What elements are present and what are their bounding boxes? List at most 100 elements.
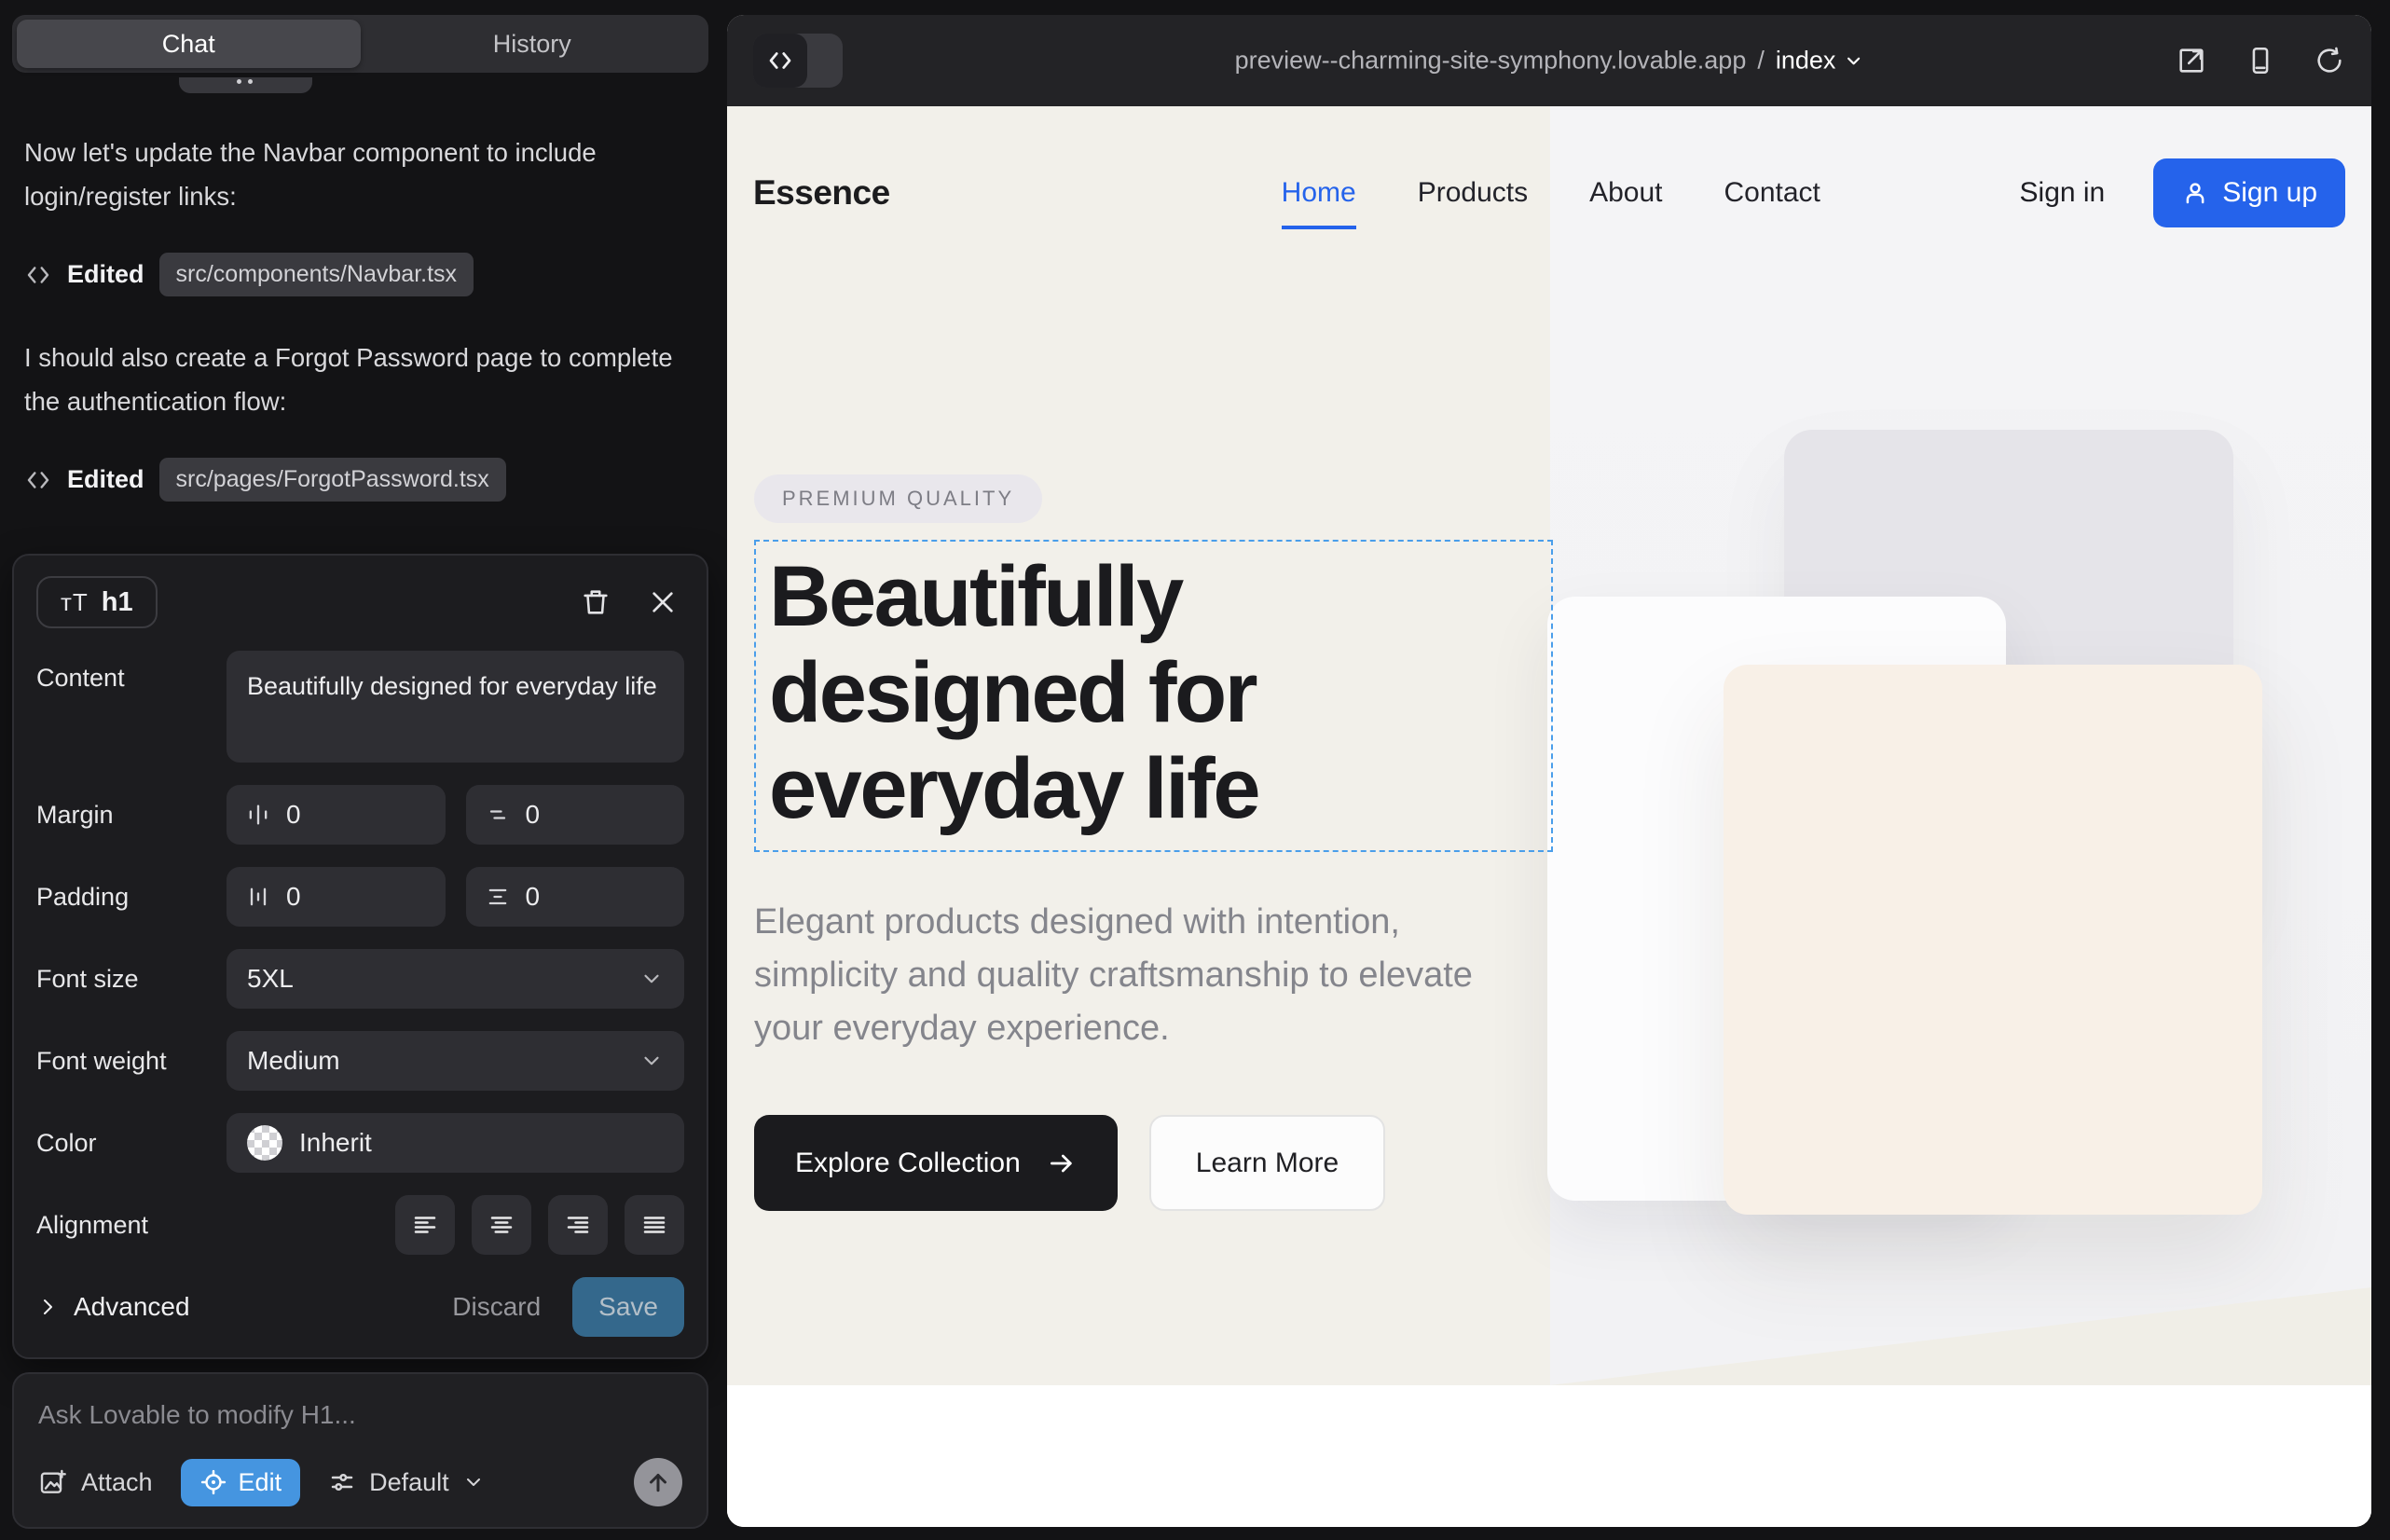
font-weight-row: Font weight Medium <box>36 1031 684 1091</box>
image-plus-icon <box>38 1467 68 1497</box>
site-next-section <box>727 1385 2371 1527</box>
composer-input[interactable]: Ask Lovable to modify H1... <box>38 1400 682 1430</box>
margin-x-input[interactable]: 0 <box>227 785 446 845</box>
edited-label: Edited <box>67 260 144 289</box>
composer-toolbar: Attach Edit Default <box>38 1458 682 1506</box>
browser-toolbar: preview--charming-site-symphony.lovable.… <box>727 15 2371 106</box>
color-label: Color <box>36 1129 227 1158</box>
site-logo[interactable]: Essence <box>753 173 890 213</box>
selected-h1-outline[interactable]: Beautifully designed for everyday life <box>754 540 1553 852</box>
padding-y-input[interactable]: 0 <box>466 867 685 927</box>
element-tag-label: h1 <box>102 587 133 618</box>
url-page: index <box>1776 47 1836 76</box>
mode-select[interactable]: Default <box>328 1468 485 1497</box>
margin-row: Margin 0 0 <box>36 785 684 845</box>
margin-y-icon <box>485 802 511 828</box>
mobile-preview-icon[interactable] <box>2245 45 2276 76</box>
learn-more-button[interactable]: Learn More <box>1149 1115 1385 1211</box>
type-icon: тT <box>61 588 89 617</box>
code-icon <box>24 261 52 289</box>
chat-messages: Now let's update the Navbar component to… <box>12 131 708 541</box>
padding-label: Padding <box>36 883 227 912</box>
nav-link-contact[interactable]: Contact <box>1724 177 1820 209</box>
align-left-button[interactable] <box>395 1195 455 1255</box>
close-icon <box>648 587 678 617</box>
padding-x-input[interactable]: 0 <box>227 867 446 927</box>
align-right-button[interactable] <box>548 1195 608 1255</box>
site-auth: Sign in Sign up <box>2020 158 2345 227</box>
font-weight-label: Font weight <box>36 1047 227 1076</box>
refresh-icon[interactable] <box>2314 45 2345 76</box>
nav-link-about[interactable]: About <box>1589 177 1662 209</box>
url-domain: preview--charming-site-symphony.lovable.… <box>1235 47 1747 76</box>
edit-mode-button[interactable]: Edit <box>181 1459 301 1506</box>
close-panel-button[interactable] <box>641 581 684 624</box>
chat-composer: Ask Lovable to modify H1... Attach Edit <box>12 1372 708 1529</box>
margin-label: Margin <box>36 801 227 830</box>
advanced-toggle[interactable]: Advanced <box>36 1292 190 1322</box>
hero-badge: PREMIUM QUALITY <box>754 474 1042 523</box>
chat-sidebar: Chat History Now let's update the Navbar… <box>0 0 727 1540</box>
delete-element-button[interactable] <box>574 581 617 624</box>
file-chip[interactable]: src/pages/ForgotPassword.tsx <box>159 458 506 502</box>
attach-button[interactable]: Attach <box>38 1467 153 1497</box>
target-icon <box>199 1468 227 1496</box>
content-row: Content Beautifully designed for everyda… <box>36 651 684 763</box>
code-view-toggle[interactable] <box>753 34 843 88</box>
discard-button[interactable]: Discard <box>452 1292 541 1322</box>
site-navbar: Essence Home Products About Contact Sign… <box>727 106 2371 246</box>
arrow-up-icon <box>644 1468 672 1496</box>
align-justify-button[interactable] <box>625 1195 684 1255</box>
hero-cta-row: Explore Collection Learn More <box>754 1115 1565 1211</box>
lovable-app: Chat History Now let's update the Navbar… <box>0 0 2390 1540</box>
chevron-right-icon <box>36 1296 59 1318</box>
content-label: Content <box>36 664 227 693</box>
assistant-message: Now let's update the Navbar component to… <box>24 131 692 218</box>
color-select[interactable]: Inherit <box>227 1113 684 1173</box>
hero-description: Elegant products designed with intention… <box>754 896 1500 1055</box>
chevron-down-icon <box>1843 50 1863 71</box>
padding-y-icon <box>485 884 511 910</box>
signup-button[interactable]: Sign up <box>2153 158 2345 227</box>
url-bar[interactable]: preview--charming-site-symphony.lovable.… <box>1235 47 1864 76</box>
edited-label: Edited <box>67 465 144 494</box>
open-external-icon[interactable] <box>2176 45 2207 76</box>
font-weight-select[interactable]: Medium <box>227 1031 684 1091</box>
code-icon <box>24 466 52 494</box>
tab-history[interactable]: History <box>361 20 705 68</box>
align-center-button[interactable] <box>472 1195 531 1255</box>
content-input[interactable]: Beautifully designed for everyday life <box>227 651 684 763</box>
font-size-label: Font size <box>36 965 227 994</box>
font-size-row: Font size 5XL <box>36 949 684 1009</box>
user-icon <box>2181 179 2209 207</box>
element-inspector-panel: тT h1 Content Beautifull <box>12 554 708 1359</box>
hero-section: PREMIUM QUALITY Beautifully designed for… <box>727 246 2371 1385</box>
nav-link-home[interactable]: Home <box>1282 177 1356 209</box>
sliders-icon <box>328 1468 356 1496</box>
hero-heading[interactable]: Beautifully designed for everyday life <box>769 549 1551 837</box>
align-justify-icon <box>640 1211 668 1239</box>
scroll-clipped-chip <box>179 77 312 93</box>
chevron-down-icon <box>462 1471 485 1493</box>
padding-row: Padding 0 0 <box>36 867 684 927</box>
selected-element-tag: тT h1 <box>36 576 158 628</box>
signin-link[interactable]: Sign in <box>2020 177 2106 209</box>
save-button[interactable]: Save <box>572 1277 684 1337</box>
inspector-footer: Advanced Discard Save <box>36 1277 684 1337</box>
font-size-select[interactable]: 5XL <box>227 949 684 1009</box>
align-left-icon <box>411 1211 439 1239</box>
send-button[interactable] <box>634 1458 682 1506</box>
tab-chat[interactable]: Chat <box>17 20 361 68</box>
edited-file-row: Edited src/components/Navbar.tsx <box>24 253 692 296</box>
sidebar-tabs: Chat History <box>12 15 708 73</box>
margin-x-icon <box>245 802 271 828</box>
file-chip[interactable]: src/components/Navbar.tsx <box>159 253 474 296</box>
inspector-header: тT h1 <box>36 576 684 628</box>
browser-actions <box>2176 45 2345 76</box>
code-icon <box>766 47 794 75</box>
margin-y-input[interactable]: 0 <box>466 785 685 845</box>
explore-collection-button[interactable]: Explore Collection <box>754 1115 1118 1211</box>
align-right-icon <box>564 1211 592 1239</box>
nav-link-products[interactable]: Products <box>1418 177 1528 209</box>
trash-icon <box>580 586 611 618</box>
